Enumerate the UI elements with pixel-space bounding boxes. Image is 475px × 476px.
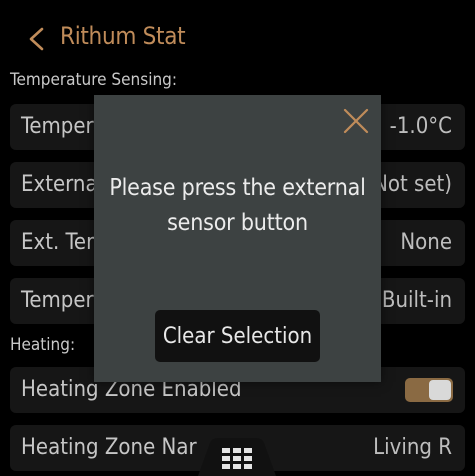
section-label-heating: Heating: xyxy=(10,335,76,355)
setting-row-label: Temper xyxy=(21,288,94,313)
toggle-knob xyxy=(429,380,451,400)
dialog-message-line: sensor button xyxy=(167,210,308,236)
grid-menu-icon xyxy=(222,448,252,469)
setting-row-label: Externa xyxy=(21,172,98,197)
setting-row-value: -1.0°C xyxy=(389,114,452,139)
dialog-message: Please press the external sensor button xyxy=(102,171,373,241)
dialog-message-line: Please press the external xyxy=(109,175,366,201)
external-sensor-dialog: Please press the external sensor button … xyxy=(94,95,381,382)
setting-row-label: Heating Zone Nar xyxy=(21,435,197,460)
header: Rithum Stat xyxy=(0,0,475,72)
chevron-left-icon[interactable] xyxy=(26,26,48,52)
section-label-temperature-sensing: Temperature Sensing: xyxy=(10,70,178,90)
setting-row-value: Living R xyxy=(373,435,452,460)
close-icon[interactable] xyxy=(342,107,370,135)
bottom-menu-tab[interactable] xyxy=(190,437,284,476)
setting-row-value: None xyxy=(400,230,452,255)
setting-row-label: Ext. Tem xyxy=(21,230,106,255)
setting-row-label: Temper xyxy=(21,114,94,139)
clear-selection-button[interactable]: Clear Selection xyxy=(155,310,320,362)
setting-row-value: Not set) xyxy=(373,172,452,197)
page-title: Rithum Stat xyxy=(60,22,186,50)
heating-zone-toggle[interactable] xyxy=(405,378,453,402)
setting-row-value: Built-in xyxy=(381,288,452,313)
